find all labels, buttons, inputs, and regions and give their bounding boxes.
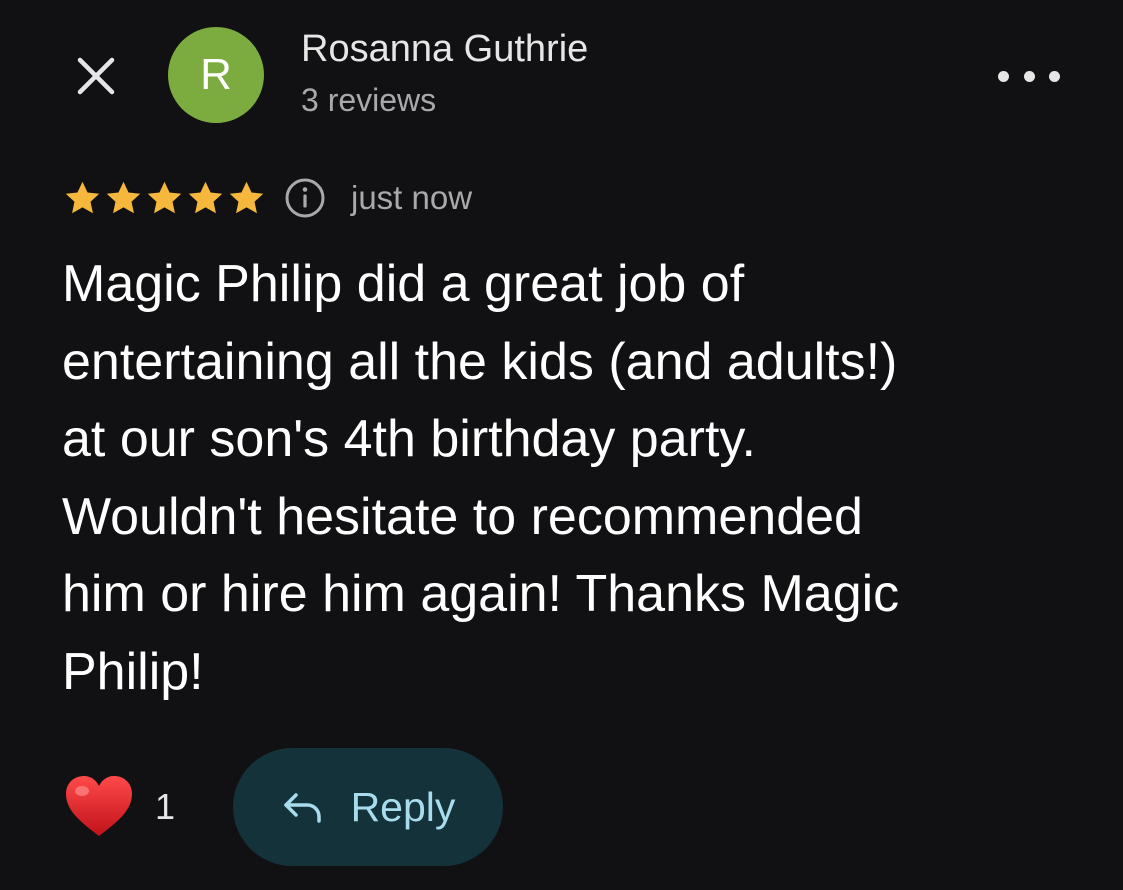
review-text: Magic Philip did a great job of entertai…: [62, 255, 900, 701]
avatar[interactable]: R: [168, 27, 264, 123]
heart-icon: [66, 776, 132, 836]
close-button[interactable]: [70, 50, 122, 102]
star-rating: [62, 178, 267, 219]
reply-button[interactable]: Reply: [233, 748, 503, 866]
like-count: 1: [155, 786, 176, 827]
author-name[interactable]: Rosanna Guthrie: [301, 28, 588, 71]
like-button[interactable]: [62, 770, 136, 844]
more-horizontal-icon: [998, 70, 1009, 82]
star-icon: [65, 181, 100, 213]
star-icon: [106, 181, 141, 213]
close-icon: [77, 57, 115, 95]
star-icon: [188, 181, 223, 213]
avatar-letter: R: [200, 50, 232, 99]
star-icon: [147, 181, 182, 213]
review-count: 3 reviews: [301, 82, 437, 118]
reply-arrow-icon: [283, 793, 321, 823]
info-icon[interactable]: [283, 176, 327, 220]
star-icon: [229, 181, 264, 213]
rating-row: just now: [62, 174, 472, 222]
more-dot: [1049, 70, 1060, 82]
more-dot: [1023, 70, 1035, 82]
more-options-button[interactable]: [998, 58, 1060, 94]
review-timestamp: just now: [351, 179, 473, 216]
reply-label: Reply: [350, 783, 456, 830]
